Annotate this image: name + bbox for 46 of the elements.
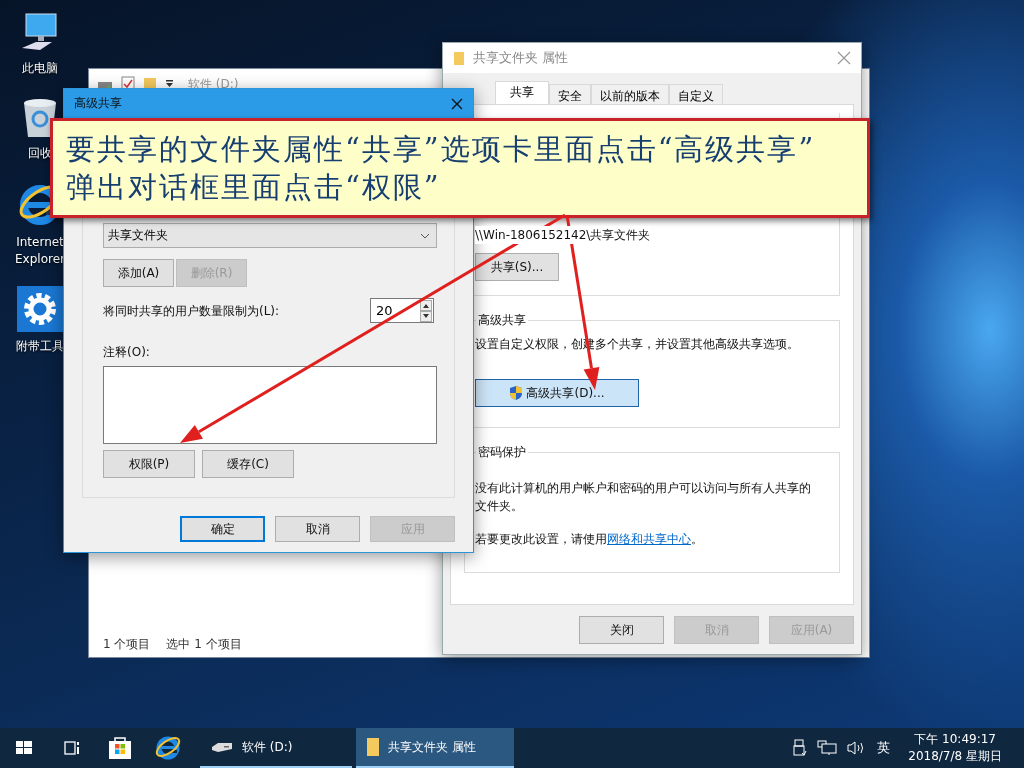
description-text: 没有此计算机的用户帐户和密码的用户可以访问与所有人共享的文件夹。 xyxy=(475,480,812,515)
field-label: 将同时共享的用户数量限制为(L): xyxy=(103,302,280,320)
advanced-sharing-button[interactable]: 高级共享(D)... xyxy=(475,379,639,407)
settings-hint: 若要更改此设置，请使用网络和共享中心。 xyxy=(475,531,704,548)
share-button[interactable]: 共享(S)... xyxy=(475,253,559,281)
option-button[interactable]: 缓存(C) xyxy=(202,450,294,478)
share-name-dropdown[interactable]: 共享文件夹 xyxy=(103,223,437,248)
spin-arrows-icon[interactable] xyxy=(420,299,432,322)
network-sharing-link[interactable]: 网络和共享中心 xyxy=(607,532,691,546)
tab[interactable]: 安全 xyxy=(549,84,591,104)
tab[interactable]: 自定义 xyxy=(669,84,723,104)
close-icon[interactable] xyxy=(451,97,463,110)
group-title: 密码保护 xyxy=(477,444,527,461)
option-button[interactable]: 权限(P) xyxy=(103,450,195,478)
gear-icon[interactable] xyxy=(17,286,63,332)
window-title: 高级共享 xyxy=(74,95,122,112)
chevron-down-icon xyxy=(420,232,430,239)
close-icon[interactable] xyxy=(837,51,851,65)
status-text: 1 个项目 xyxy=(103,636,151,653)
dialog-button[interactable]: 关闭 xyxy=(579,616,664,644)
drive-icon xyxy=(210,741,234,753)
network-icon[interactable] xyxy=(817,740,838,756)
folder-icon xyxy=(366,737,380,757)
group-title: 高级共享 xyxy=(477,312,527,329)
dropdown-caret-icon[interactable] xyxy=(165,79,174,89)
instruction-text: 弹出对话框里面点击“权限” xyxy=(66,169,442,206)
field-label: 注释(O): xyxy=(103,344,151,361)
dialog-button[interactable]: 确定 xyxy=(180,516,265,542)
input-method-indicator[interactable]: 英 xyxy=(877,739,891,757)
user-limit-field[interactable]: 20 xyxy=(370,298,434,323)
usb-icon[interactable] xyxy=(793,739,808,757)
clock[interactable]: 下午 10:49:17 2018/7/8 星期日 xyxy=(908,731,1002,765)
instruction-text: 要共享的文件夹属性“共享”选项卡里面点击“高级共享” xyxy=(66,131,817,168)
taskbar-app-button[interactable]: 软件 (D:) xyxy=(200,728,352,768)
desktop-icon-label[interactable]: 此电脑 xyxy=(2,60,78,77)
status-text: 选中 1 个项目 xyxy=(166,636,242,653)
dialog-button[interactable]: 取消 xyxy=(275,516,360,542)
taskbar-app-button[interactable]: 共享文件夹 属性 xyxy=(356,728,514,768)
folder-icon xyxy=(453,50,465,66)
window-title: 共享文件夹 属性 xyxy=(473,49,570,67)
shield-icon xyxy=(509,385,524,401)
tab[interactable]: 共享 xyxy=(495,81,549,104)
network-path: \\Win-1806152142\共享文件夹 xyxy=(475,226,651,244)
tab[interactable]: 以前的版本 xyxy=(591,84,669,104)
share-name-button[interactable]: 添加(A) xyxy=(103,259,174,287)
comments-field[interactable] xyxy=(103,366,437,444)
